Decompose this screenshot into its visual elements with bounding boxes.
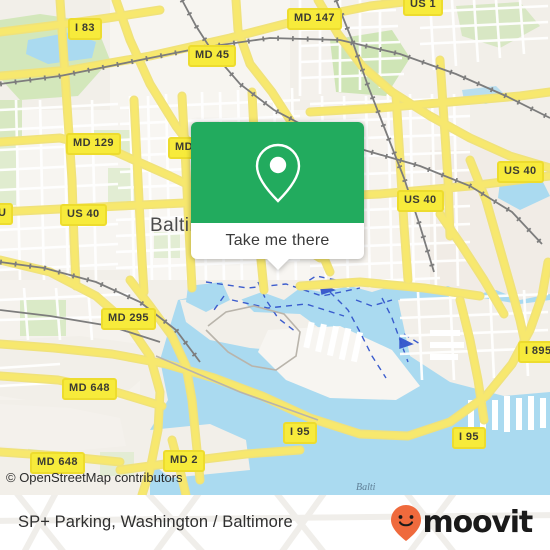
shield-us-partial[interactable]: U — [0, 203, 14, 225]
moovit-pin-icon — [390, 504, 421, 541]
shield-md45[interactable]: MD 45 — [188, 45, 237, 67]
moovit-wordmark: moovit — [422, 504, 534, 540]
shield-us40-far-east[interactable]: US 40 — [497, 161, 544, 183]
take-me-there-button[interactable]: Take me there — [191, 223, 364, 259]
shield-md147[interactable]: MD 147 — [287, 8, 342, 30]
shield-md295[interactable]: MD 295 — [101, 308, 156, 330]
shield-us40-east[interactable]: US 40 — [397, 190, 444, 212]
shield-us40-west[interactable]: US 40 — [60, 204, 107, 226]
shield-i95-east[interactable]: I 95 — [452, 427, 486, 449]
shield-i95-west[interactable]: I 95 — [283, 422, 317, 444]
map-pin-icon — [255, 143, 300, 203]
popup-pointer — [266, 259, 289, 270]
shield-md129[interactable]: MD 129 — [66, 133, 121, 155]
shield-i895[interactable]: I 895 — [518, 341, 550, 363]
shield-i83[interactable]: I 83 — [68, 18, 102, 40]
osm-attribution: © OpenStreetMap contributors — [6, 470, 183, 485]
bottom-bar: SP+ Parking, Washington / Baltimore moov… — [0, 495, 550, 550]
water-label: Balti — [356, 482, 376, 493]
moovit-logo[interactable]: moovit — [390, 504, 534, 542]
app-screen: Baltimore I 83 MD 147 MD 45 US 1 MD 129 … — [0, 0, 550, 550]
shield-us1[interactable]: US 1 — [403, 0, 444, 16]
location-title: SP+ Parking, Washington / Baltimore — [18, 513, 293, 531]
shield-md648-north[interactable]: MD 648 — [62, 378, 117, 400]
popup-image-area — [191, 122, 364, 223]
shield-md2[interactable]: MD 2 — [163, 450, 205, 472]
take-me-there-popup[interactable]: Take me there — [191, 122, 364, 270]
